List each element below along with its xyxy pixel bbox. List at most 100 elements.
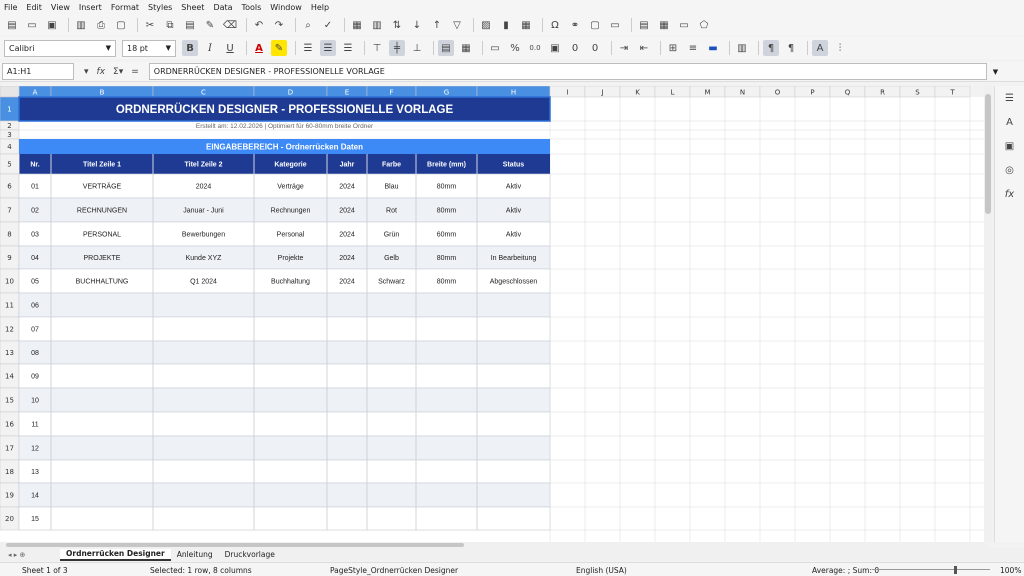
font-name-box[interactable]: Calibri ▼ <box>4 39 116 57</box>
border-style-icon[interactable]: ≡ <box>685 40 701 56</box>
column-icon[interactable]: ▥ <box>369 17 385 33</box>
special-char-icon[interactable]: Ω <box>547 17 563 33</box>
menu-format[interactable]: Format <box>111 3 139 12</box>
menu-data[interactable]: Data <box>213 3 232 12</box>
date-format-icon[interactable]: ▣ <box>547 40 563 56</box>
align-vcenter-icon[interactable]: ╪ <box>389 40 405 56</box>
paste-icon[interactable]: ▤ <box>182 17 198 33</box>
function-wizard-icon[interactable]: fx <box>97 67 106 77</box>
conditional-format-icon[interactable]: ▥ <box>734 40 750 56</box>
image-icon[interactable]: ▨ <box>478 17 494 33</box>
sheet-tab[interactable]: Anleitung <box>171 549 219 561</box>
expand-formula-icon[interactable]: ▼ <box>993 68 998 76</box>
show-draw-icon[interactable]: ⬠ <box>696 17 712 33</box>
table-row[interactable] <box>19 341 550 364</box>
print-preview-icon[interactable]: ▢ <box>113 17 129 33</box>
split-window-icon[interactable]: ▭ <box>676 17 692 33</box>
redo-icon[interactable]: ↷ <box>271 17 287 33</box>
undo-icon[interactable]: ↶ <box>251 17 267 33</box>
formula-input[interactable]: ORDNERRÜCKEN DESIGNER - PROFESSIONELLE V… <box>148 63 987 80</box>
align-left-icon[interactable]: ☰ <box>300 40 316 56</box>
table-row[interactable] <box>19 364 550 388</box>
delete-decimal-icon[interactable]: 0 <box>587 40 603 56</box>
increase-indent-icon[interactable]: ⇥ <box>616 40 632 56</box>
percent-button[interactable]: % <box>507 40 523 56</box>
status-language[interactable]: English (USA) <box>576 566 627 575</box>
autofilter-icon[interactable]: ▽ <box>449 17 465 33</box>
new-icon[interactable]: ▤ <box>4 17 20 33</box>
rtl-icon[interactable]: ¶ <box>783 40 799 56</box>
find-replace-icon[interactable]: ⌕ <box>300 17 316 33</box>
table-row[interactable] <box>19 507 550 530</box>
ltr-icon[interactable]: ¶ <box>763 40 779 56</box>
export-pdf-icon[interactable]: ▥ <box>73 17 89 33</box>
sort-icon[interactable]: ⇅ <box>389 17 405 33</box>
table-row[interactable] <box>19 412 550 436</box>
menu-file[interactable]: File <box>4 3 17 12</box>
font-size-box[interactable]: 18 pt ▼ <box>122 39 176 57</box>
borders-icon[interactable]: ⊞ <box>665 40 681 56</box>
properties-icon[interactable]: ☰ <box>1002 90 1018 106</box>
print-icon[interactable]: ⎙ <box>93 17 109 33</box>
text-direction-icon[interactable]: A <box>812 40 828 56</box>
grid-canvas[interactable]: A B C D E F G H I J K L M N O P Q R S T12345678910111213141… <box>0 86 986 542</box>
italic-button[interactable]: I <box>202 40 218 56</box>
save-icon[interactable]: ▣ <box>44 17 60 33</box>
align-bottom-icon[interactable]: ⊥ <box>409 40 425 56</box>
menu-sheet[interactable]: Sheet <box>181 3 204 12</box>
define-print-area-icon[interactable]: ▤ <box>636 17 652 33</box>
table-row[interactable] <box>19 483 550 507</box>
align-right-icon[interactable]: ☰ <box>340 40 356 56</box>
comment-icon[interactable]: ▢ <box>587 17 603 33</box>
underline-button[interactable]: U <box>222 40 238 56</box>
row-icon[interactable]: ▦ <box>349 17 365 33</box>
menu-tools[interactable]: Tools <box>242 3 262 12</box>
align-top-icon[interactable]: ⊤ <box>369 40 385 56</box>
tab-navigation[interactable]: ◂ ▸ ⊕ <box>0 551 60 559</box>
name-box[interactable]: A1:H1 <box>2 63 74 80</box>
pivot-icon[interactable]: ▦ <box>518 17 534 33</box>
chevron-down-icon[interactable]: ▾ <box>84 67 89 77</box>
spelling-icon[interactable]: ✓ <box>320 17 336 33</box>
vertical-scrollbar[interactable] <box>984 86 992 542</box>
menu-insert[interactable]: Insert <box>79 3 102 12</box>
clear-icon[interactable]: ⌫ <box>222 17 238 33</box>
select-all-corner[interactable] <box>0 86 20 98</box>
zoom-slider[interactable] <box>872 569 990 570</box>
font-color-icon[interactable]: A <box>251 40 267 56</box>
cut-icon[interactable]: ✂ <box>142 17 158 33</box>
sort-descending-icon[interactable]: ↑ <box>429 17 445 33</box>
currency-icon[interactable]: ▭ <box>487 40 503 56</box>
add-decimal-icon[interactable]: 0 <box>567 40 583 56</box>
freeze-icon[interactable]: ▦ <box>656 17 672 33</box>
functions-icon[interactable]: fx <box>1002 186 1018 202</box>
highlight-color-icon[interactable]: ✎ <box>271 40 287 56</box>
equals-icon[interactable]: = <box>131 67 139 77</box>
sort-ascending-icon[interactable]: ↓ <box>409 17 425 33</box>
headers-footers-icon[interactable]: ▭ <box>607 17 623 33</box>
bold-button[interactable]: B <box>182 40 198 56</box>
open-icon[interactable]: ▭ <box>24 17 40 33</box>
table-row[interactable] <box>19 317 550 341</box>
align-center-icon[interactable]: ☰ <box>320 40 336 56</box>
zoom-slider-knob[interactable] <box>954 566 957 574</box>
menu-view[interactable]: View <box>51 3 70 12</box>
sheet-tab[interactable]: Ordnerrücken Designer <box>60 548 171 561</box>
vertical-scroll-thumb[interactable] <box>985 94 991 214</box>
status-zoom[interactable]: 100% <box>1000 566 1021 575</box>
navigator-icon[interactable]: ◎ <box>1002 162 1018 178</box>
status-page-style[interactable]: PageStyle_Ordnerrücken Designer <box>330 566 458 575</box>
table-row[interactable] <box>19 436 550 460</box>
vertical-text-icon[interactable]: ⫶ <box>832 40 848 56</box>
menu-window[interactable]: Window <box>270 3 302 12</box>
menu-help[interactable]: Help <box>311 3 329 12</box>
table-row[interactable] <box>19 460 550 483</box>
menu-styles[interactable]: Styles <box>148 3 172 12</box>
decrease-indent-icon[interactable]: ⇤ <box>636 40 652 56</box>
merge-center-icon[interactable]: ▦ <box>458 40 474 56</box>
hyperlink-icon[interactable]: ⚭ <box>567 17 583 33</box>
sum-icon[interactable]: Σ▾ <box>113 67 123 77</box>
styles-icon[interactable]: A <box>1002 114 1018 130</box>
spreadsheet-grid[interactable]: A B C D E F G H I J K L M N O P Q R S T 1 2 3 4 5 6 7 8 9 10 11 12 13 14 1… <box>0 86 986 542</box>
number-format-button[interactable]: 0.0 <box>527 40 543 56</box>
